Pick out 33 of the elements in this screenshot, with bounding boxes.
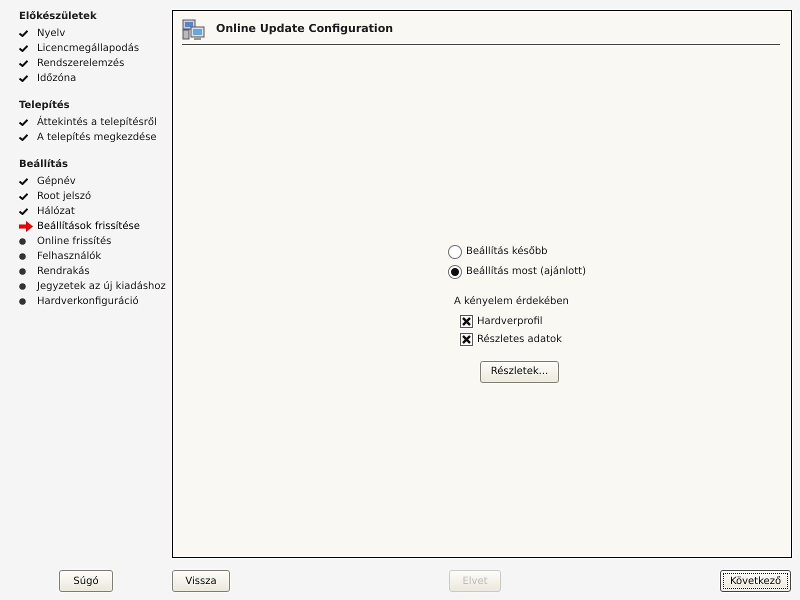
step-label: Beállítások frissítése [37, 220, 140, 234]
section-title: Beállítás [19, 158, 69, 172]
checkbox[interactable] [460, 315, 473, 328]
details-button[interactable]: Részletek... [480, 360, 559, 382]
step-label: Nyelv [37, 27, 66, 41]
step-label: Felhasználók [37, 250, 102, 264]
step-label: Licencmegállapodás [37, 42, 140, 56]
step-label: Gépnév [37, 175, 76, 189]
step-label: A telepítés megkezdése [37, 131, 157, 145]
radio-button[interactable] [448, 244, 462, 258]
panel-title: Online Update Configuration [216, 21, 394, 37]
section-title: Telepítés [19, 99, 71, 113]
step-label: Áttekintés a telepítésről [37, 115, 157, 130]
step-label: Online frissítés [37, 235, 112, 249]
step-label: Hardverkonfiguráció [37, 295, 139, 309]
checkbox-label: Részletes adatok [477, 333, 562, 347]
step-label: Jegyzetek az új kiadáshoz [37, 280, 166, 294]
radio-label: Beállítás később [466, 245, 548, 259]
checkbox[interactable] [460, 333, 473, 346]
step-label: Root jelszó [37, 190, 92, 204]
step-label: Rendrakás [37, 265, 90, 279]
group-label: A kényelem érdekében [454, 294, 570, 308]
step-label: Hálózat [37, 205, 75, 219]
section-title: Előkészületek [19, 10, 98, 24]
radio-button[interactable] [448, 264, 462, 278]
dialog-button[interactable]: Következő [720, 570, 791, 592]
radio-label: Beállítás most (ajánlott) [466, 265, 586, 279]
checkbox-label: Hardverprofil [477, 315, 543, 329]
dialog-button[interactable]: Vissza [172, 570, 230, 592]
step-label: Időzóna [37, 72, 76, 86]
computers-icon [182, 19, 206, 41]
dialog-button[interactable]: Súgó [59, 570, 113, 592]
step-label: Rendszerelemzés [37, 57, 124, 71]
